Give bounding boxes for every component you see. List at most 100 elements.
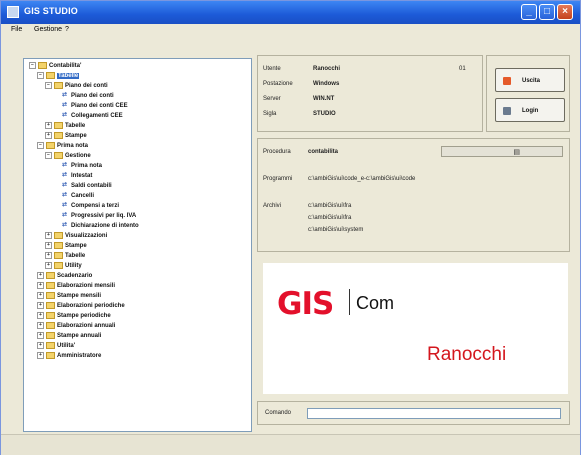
status-bar	[1, 434, 580, 455]
expand-icon[interactable]: +	[45, 132, 52, 139]
command-label: Comando	[265, 410, 292, 416]
navigation-tree[interactable]: − Contabilita' − Tabelle − Piano dei conti ⇄ Pi…	[23, 58, 252, 432]
expand-icon[interactable]: +	[37, 302, 44, 309]
tree-node[interactable]: − Contabilita'	[29, 62, 81, 70]
expand-icon[interactable]: +	[45, 262, 52, 269]
tree-node-label: Compensi a terzi	[71, 203, 120, 209]
procedure-select[interactable]: ▤	[441, 146, 563, 157]
expand-icon[interactable]: +	[37, 312, 44, 319]
tree-node-label: Utilita'	[57, 343, 76, 350]
tree-node[interactable]: + Stampe periodiche	[37, 312, 111, 320]
folder-icon	[46, 322, 55, 329]
tree-node[interactable]: + Utility	[45, 262, 82, 270]
tree-node[interactable]: ⇄ Compensi a terzi	[53, 202, 119, 210]
tree-node-label: Prima nota	[57, 143, 89, 150]
expand-icon[interactable]: +	[45, 232, 52, 239]
tree-node-label: Scadenzario	[57, 273, 93, 280]
tree-node[interactable]: ⇄ Collegamenti CEE	[53, 112, 123, 120]
tree-node-label: Elaborazioni mensili	[57, 283, 116, 290]
tree-node[interactable]: + Tabelle	[45, 122, 85, 130]
collapse-icon[interactable]: −	[37, 142, 44, 149]
expand-icon[interactable]: +	[37, 292, 44, 299]
folder-icon	[54, 252, 63, 259]
folder-icon	[46, 142, 55, 149]
tree-node-label: Piano dei conti	[65, 83, 108, 90]
tree-node-label: Contabilita'	[49, 63, 82, 70]
document-icon: ⇄	[62, 111, 68, 118]
procedura-value: contabilita	[308, 149, 339, 155]
command-panel: Comando	[257, 401, 570, 425]
menu-file[interactable]: File	[11, 26, 22, 33]
maximize-button[interactable]: □	[539, 4, 555, 20]
collapse-icon[interactable]: −	[45, 152, 52, 159]
folder-icon	[54, 122, 63, 129]
action-button-panel: Uscita Login	[486, 55, 570, 132]
tree-node[interactable]: ⇄ Dichiarazione di intento	[53, 222, 139, 230]
menu-gestione[interactable]: Gestione	[34, 26, 62, 33]
session-id: 01	[459, 66, 466, 72]
tree-node[interactable]: ⇄ Cancelli	[53, 192, 94, 200]
tree-node[interactable]: + Elaborazioni annuali	[37, 322, 115, 330]
tree-node-label: Amministratore	[57, 353, 102, 360]
programmi-value: c:\ambiGis\ui\code_e-c:\ambiGis\ui\code	[308, 176, 416, 182]
brand-logo: GIS Com Ranocchi	[263, 263, 568, 394]
tree-node-label: Prima nota	[71, 163, 103, 169]
tree-node[interactable]: + Stampe	[45, 242, 87, 250]
document-icon: ⇄	[62, 161, 68, 168]
tree-node-label: Piano dei conti CEE	[71, 103, 128, 109]
procedure-panel: Procedura contabilita ▤ Programmi c:\amb…	[257, 138, 570, 252]
tree-node[interactable]: + Elaborazioni mensili	[37, 282, 115, 290]
tree-node[interactable]: + Stampe	[45, 132, 87, 140]
tree-node[interactable]: ⇄ Piano dei conti CEE	[53, 102, 128, 110]
tree-node[interactable]: + Visualizzazioni	[45, 232, 107, 240]
tree-node-label: Tabelle	[57, 73, 80, 80]
document-icon: ⇄	[62, 181, 68, 188]
procedura-label: Procedura	[263, 149, 291, 155]
tree-node[interactable]: ⇄ Piano dei conti	[53, 92, 114, 100]
close-button[interactable]: ×	[557, 4, 573, 20]
expand-icon[interactable]: +	[37, 282, 44, 289]
folder-icon	[46, 292, 55, 299]
tree-node[interactable]: + Elaborazioni periodiche	[37, 302, 125, 310]
expand-icon[interactable]: +	[37, 322, 44, 329]
tree-node[interactable]: + Tabelle	[45, 252, 85, 260]
login-button[interactable]: Login	[495, 98, 565, 122]
exit-icon	[503, 77, 511, 85]
collapse-icon[interactable]: −	[37, 72, 44, 79]
tree-node[interactable]: + Stampe annuali	[37, 332, 101, 340]
exit-button[interactable]: Uscita	[495, 68, 565, 92]
expand-icon[interactable]: +	[37, 272, 44, 279]
server-label: Server	[263, 96, 281, 102]
expand-icon[interactable]: +	[45, 252, 52, 259]
tree-node[interactable]: ⇄ Progressivi per liq. IVA	[53, 212, 136, 220]
tree-node[interactable]: + Scadenzario	[37, 272, 92, 280]
expand-icon[interactable]: +	[37, 352, 44, 359]
expand-icon[interactable]: +	[37, 332, 44, 339]
expand-icon[interactable]: +	[45, 242, 52, 249]
tree-node[interactable]: ⇄ Intestat	[53, 172, 92, 180]
tree-node[interactable]: ⇄ Prima nota	[53, 162, 102, 170]
tree-node[interactable]: + Utilita'	[37, 342, 75, 350]
tree-node[interactable]: − Tabelle	[37, 72, 80, 80]
minimize-button[interactable]: _	[521, 4, 537, 20]
command-input[interactable]	[307, 408, 561, 419]
tree-node[interactable]: − Gestione	[45, 152, 91, 160]
main-window: GIS STUDIO _ □ × File Gestione ? − Contab…	[0, 0, 581, 455]
collapse-icon[interactable]: −	[45, 82, 52, 89]
menu-help[interactable]: ?	[65, 26, 69, 33]
sigla-value: STUDIO	[313, 111, 336, 117]
tree-node-label: Stampe mensili	[57, 293, 102, 300]
tree-node[interactable]: − Prima nota	[37, 142, 88, 150]
company-name: Ranocchi	[427, 344, 507, 365]
tree-node[interactable]: + Amministratore	[37, 352, 101, 360]
tree-node-label: Stampe	[65, 243, 87, 250]
folder-icon	[46, 332, 55, 339]
tree-node[interactable]: + Stampe mensili	[37, 292, 101, 300]
collapse-icon[interactable]: −	[29, 62, 36, 69]
tree-node[interactable]: − Piano dei conti	[45, 82, 108, 90]
expand-icon[interactable]: +	[37, 342, 44, 349]
tree-node[interactable]: ⇄ Saldi contabili	[53, 182, 112, 190]
expand-icon[interactable]: +	[45, 122, 52, 129]
title-bar[interactable]: GIS STUDIO _ □ ×	[1, 1, 580, 24]
tree-node-label: Dichiarazione di intento	[71, 223, 139, 229]
